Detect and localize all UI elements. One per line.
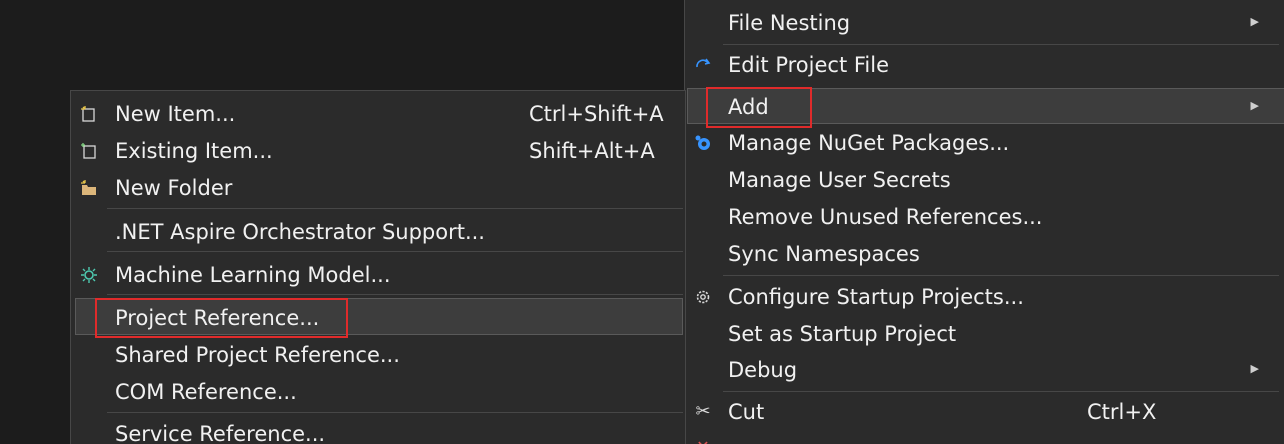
existing-item-icon xyxy=(79,141,99,161)
menu-item-label: Cut xyxy=(728,400,765,424)
menu-item-label: Shared Project Reference... xyxy=(115,343,400,367)
menu-separator xyxy=(107,251,683,252)
new-item-icon xyxy=(79,104,99,124)
menu-item-label: Set as Startup Project xyxy=(728,322,957,346)
submenu-arrow-icon: ▶ xyxy=(1250,15,1259,28)
menu-separator xyxy=(107,412,683,413)
menu-separator xyxy=(107,208,683,209)
project-context-menu: File Nesting ▶ Edit Project File Add ▶ M… xyxy=(684,0,1284,444)
edit-refresh-icon xyxy=(693,55,713,75)
new-folder-icon xyxy=(79,178,99,198)
menu-item-label: Manage NuGet Packages... xyxy=(728,131,1010,155)
menu-item-label: Machine Learning Model... xyxy=(115,263,391,287)
machine-learning-icon xyxy=(79,265,99,285)
menu-separator xyxy=(723,44,1279,45)
desktop-background: File Nesting ▶ Edit Project File Add ▶ M… xyxy=(0,0,1284,444)
scissors-icon: ✂ xyxy=(695,401,711,422)
menu-separator xyxy=(107,294,683,295)
add-submenu: New Item... Ctrl+Shift+A Existing Item..… xyxy=(70,90,686,444)
menu-item-shortcut: Ctrl+X xyxy=(1087,400,1157,424)
delete-icon: ✕ xyxy=(693,437,713,444)
menu-item-shortcut: Ctrl+Shift+A xyxy=(529,102,664,126)
menu-item-label: File Nesting xyxy=(728,11,851,35)
menu-item-label: Existing Item... xyxy=(115,139,273,163)
submenu-arrow-icon: ▶ xyxy=(1250,99,1259,112)
menu-item-shortcut: Shift+Alt+A xyxy=(529,139,655,163)
menu-item-label: Sync Namespaces xyxy=(728,242,920,266)
menu-item-label: COM Reference... xyxy=(115,380,297,404)
add-highlight-box xyxy=(706,87,812,128)
menu-item-label: .NET Aspire Orchestrator Support... xyxy=(115,220,485,244)
project-reference-highlight-box xyxy=(95,298,348,338)
menu-item-label: New Folder xyxy=(115,176,233,200)
menu-item-label: Edit Project File xyxy=(728,53,890,77)
menu-item-label: Manage User Secrets xyxy=(728,168,951,192)
submenu-arrow-icon: ▶ xyxy=(1250,362,1259,375)
menu-item-label: Service Reference... xyxy=(115,422,326,444)
menu-item-label: New Item... xyxy=(115,102,236,126)
gear-icon xyxy=(693,287,713,307)
menu-item-label: Remove Unused References... xyxy=(728,205,1043,229)
nuget-icon xyxy=(693,133,713,153)
menu-separator xyxy=(723,275,1279,276)
menu-item-label: Debug xyxy=(728,358,798,382)
menu-separator xyxy=(723,391,1279,392)
menu-item-label: Configure Startup Projects... xyxy=(728,285,1024,309)
